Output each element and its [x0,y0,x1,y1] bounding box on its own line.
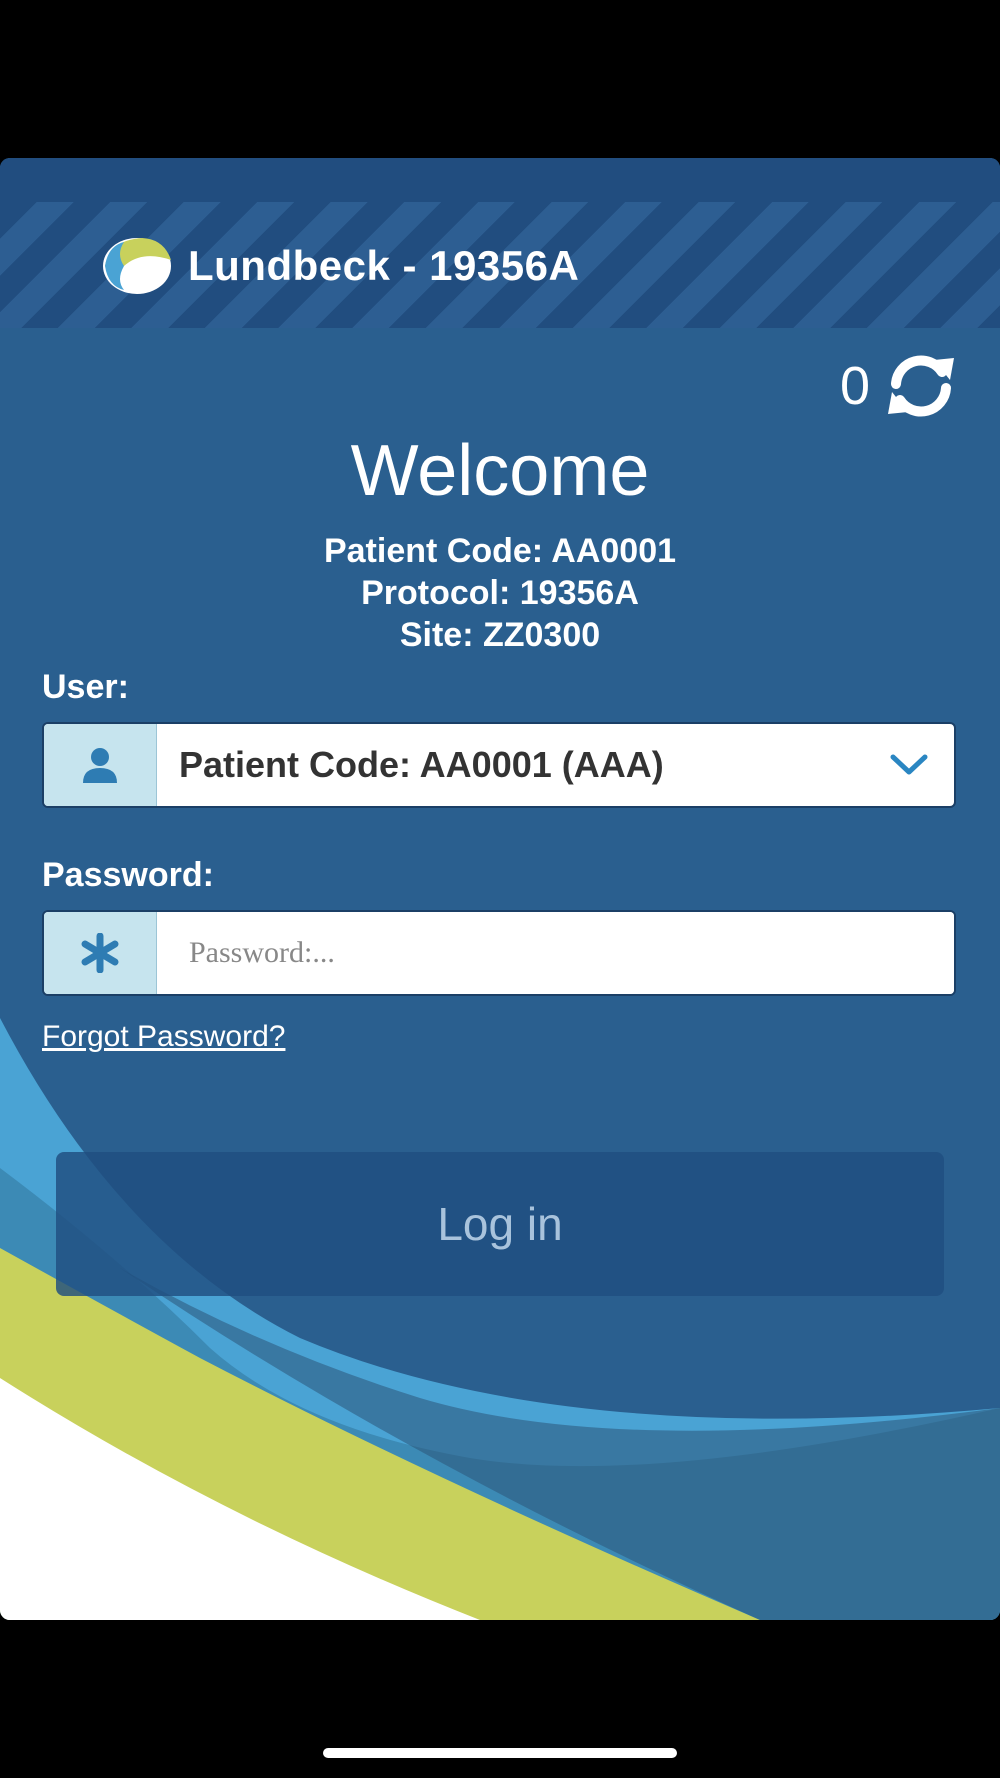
welcome-heading: Welcome [350,431,650,511]
protocol-text: Protocol: 19356A [361,574,639,612]
login-screen: Lundbeck - 19356A 0 Welcome Patient Code… [0,158,1000,1620]
login-button[interactable]: Log in [56,1152,944,1296]
user-select-value[interactable]: Patient Code: AA0001 (AAA) [157,724,864,806]
phone-screen: Lundbeck - 19356A 0 Welcome Patient Code… [0,0,1000,1778]
user-select-toggle[interactable] [864,724,954,806]
header-bar: Lundbeck - 19356A [0,158,1000,328]
asterisk-icon [81,933,119,973]
app-title: Lundbeck - 19356A [188,242,580,289]
brand: Lundbeck - 19356A [102,234,579,298]
study-info: Patient Code: AA0001 Protocol: 19356A Si… [0,530,1000,656]
user-label: User: [42,668,129,706]
site-text: Site: ZZ0300 [399,616,601,654]
password-field[interactable] [42,910,956,996]
chevron-down-icon [890,754,928,775]
password-input[interactable] [157,912,954,994]
refresh-icon[interactable] [884,354,958,418]
password-label: Password: [42,856,214,894]
patient-code-text: Patient Code: AA0001 [323,532,677,570]
user-select[interactable]: Patient Code: AA0001 (AAA) [42,722,956,808]
forgot-password-link[interactable]: Forgot Password? [42,1020,285,1054]
lundbeck-logo-icon [103,238,171,294]
user-icon [83,748,117,783]
user-addon [44,724,157,806]
home-indicator[interactable] [323,1748,677,1758]
pending-sync-count: 0 [839,356,870,416]
password-addon [44,912,157,994]
sync-status: 0 [840,354,958,418]
